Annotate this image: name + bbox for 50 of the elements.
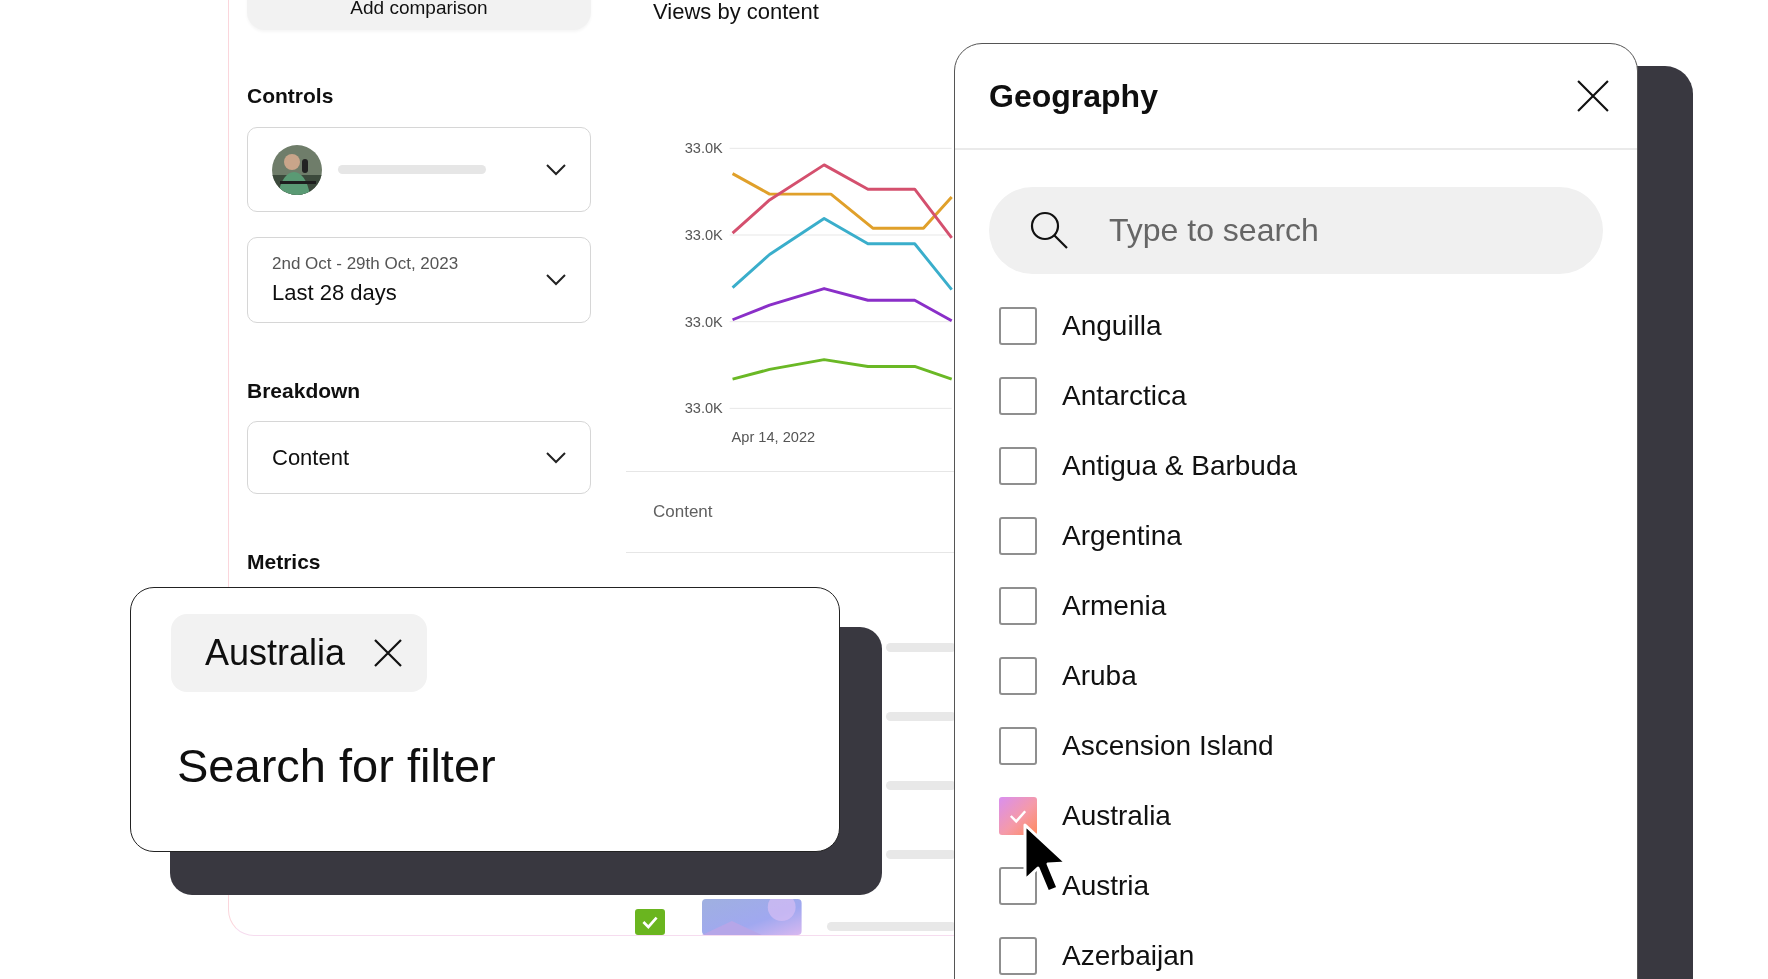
country-label[interactable]: Anguilla (1062, 310, 1162, 342)
chart-title: Views by content (653, 0, 820, 24)
placeholder-bar (886, 712, 956, 721)
country-label[interactable]: Ascension Island (1062, 730, 1274, 762)
section-heading: Breakdown (247, 379, 362, 403)
x-axis-label: Apr 14, 2022 (731, 429, 816, 446)
section-heading: Metrics (247, 550, 322, 574)
checkbox[interactable] (999, 517, 1037, 555)
country-label[interactable]: Antigua & Barbuda (1062, 450, 1298, 482)
chevron-down-icon (546, 163, 566, 176)
checkbox[interactable] (999, 307, 1037, 345)
checkbox[interactable] (635, 909, 665, 935)
chevron-down-icon (546, 274, 566, 286)
filter-chip[interactable]: Australia (171, 614, 428, 692)
filter-prompt: Search for filter (177, 738, 497, 793)
country-label[interactable]: Azerbaijan (1062, 940, 1195, 972)
placeholder-bar (886, 781, 956, 790)
search-field[interactable]: Type to search (989, 187, 1603, 274)
date-range: 2nd Oct - 29th Oct, 2023 (272, 254, 459, 274)
y-tick-label: 33.0K (684, 226, 723, 243)
checkbox[interactable] (999, 447, 1037, 485)
country-label[interactable]: Aruba (1062, 660, 1137, 692)
y-tick-label: 33.0K (684, 140, 723, 157)
country-label[interactable]: Armenia (1062, 590, 1167, 622)
country-label[interactable]: Australia (1062, 800, 1171, 832)
placeholder-bar (886, 643, 956, 652)
country-label[interactable]: Argentina (1062, 520, 1182, 552)
date-value: Last 28 days (272, 280, 398, 306)
dialog-title: Geography (989, 77, 1158, 115)
country-label[interactable]: Antarctica (1062, 380, 1187, 412)
checkbox[interactable] (999, 657, 1037, 695)
y-tick-label: 33.0K (684, 313, 723, 330)
country-label[interactable]: Austria (1062, 870, 1150, 902)
close-icon[interactable] (1577, 80, 1609, 112)
chevron-down-icon (546, 451, 566, 464)
checkbox[interactable] (999, 587, 1037, 625)
chip-label: Australia (205, 632, 346, 674)
checkbox[interactable] (999, 727, 1037, 765)
breakdown-select[interactable]: Content (247, 421, 591, 494)
placeholder-bar (886, 850, 956, 859)
select-value: Content (272, 444, 350, 471)
date-select[interactable]: 2nd Oct - 29th Oct, 2023 Last 28 days (247, 237, 591, 323)
section-heading: Controls (247, 84, 335, 108)
close-icon[interactable] (373, 638, 404, 668)
column-header: Content (653, 502, 713, 523)
channel-select[interactable] (247, 127, 591, 212)
y-tick-label: 33.0K (684, 400, 723, 417)
checkbox[interactable] (999, 937, 1037, 975)
checkbox[interactable] (999, 377, 1037, 415)
add-comparison-button[interactable]: Add comparison (247, 0, 591, 30)
